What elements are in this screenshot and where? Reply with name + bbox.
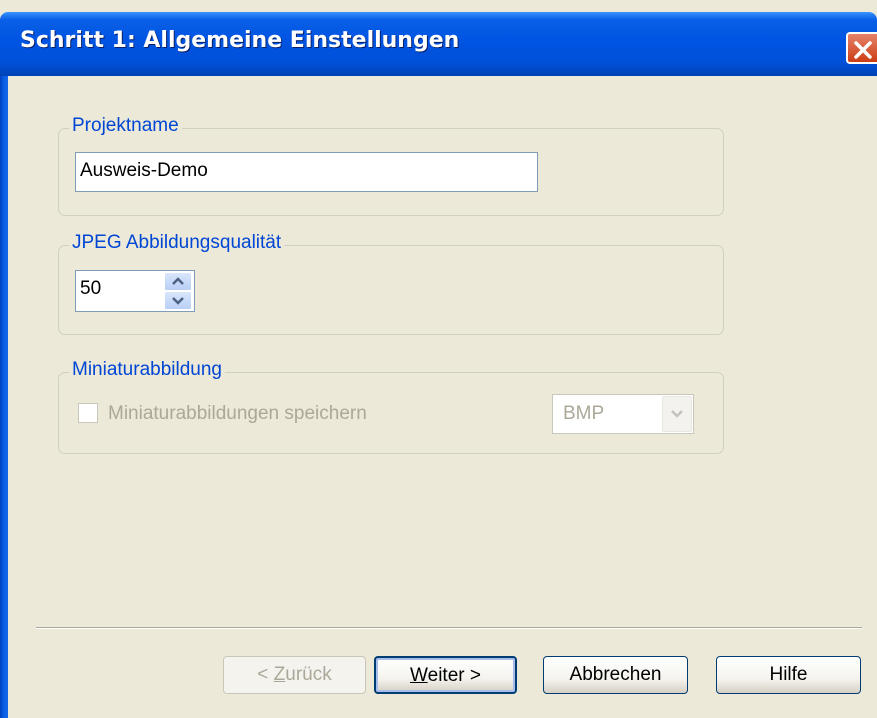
back-button[interactable]: < Zurück bbox=[223, 656, 366, 694]
close-icon bbox=[854, 41, 872, 59]
window-title: Schritt 1: Allgemeine Einstellungen bbox=[20, 28, 460, 53]
save-thumbnails-label: Miniaturabbildungen speichern bbox=[108, 403, 367, 424]
spin-down-button[interactable] bbox=[164, 291, 192, 310]
jpeg-quality-legend: JPEG Abbildungsqualität bbox=[69, 232, 285, 254]
next-rest: eiter > bbox=[427, 665, 481, 686]
arrow-down-icon bbox=[172, 297, 184, 305]
help-button[interactable]: Hilfe bbox=[716, 656, 861, 694]
thumbnail-format-select[interactable]: BMP bbox=[552, 394, 694, 434]
save-thumbnails-checkbox[interactable] bbox=[78, 403, 98, 423]
next-accelerator: W bbox=[410, 665, 428, 686]
next-button[interactable]: Weiter > bbox=[374, 656, 517, 694]
window-frame-left bbox=[0, 76, 8, 718]
back-prefix: < bbox=[257, 664, 274, 685]
chevron-down-icon bbox=[671, 410, 683, 418]
title-bar[interactable]: Schritt 1: Allgemeine Einstellungen bbox=[0, 12, 877, 76]
thumbnail-format-value: BMP bbox=[563, 403, 605, 424]
wizard-dialog: Schritt 1: Allgemeine Einstellungen Proj… bbox=[0, 0, 877, 718]
project-name-input[interactable]: Ausweis-Demo bbox=[75, 152, 538, 192]
project-name-legend: Projektname bbox=[69, 115, 182, 137]
arrow-up-icon bbox=[172, 277, 184, 285]
back-rest: urück bbox=[285, 664, 332, 685]
spin-up-button[interactable] bbox=[164, 272, 192, 291]
cancel-button[interactable]: Abbrechen bbox=[543, 656, 688, 694]
close-button[interactable] bbox=[846, 32, 877, 64]
button-separator bbox=[36, 627, 862, 629]
dropdown-button[interactable] bbox=[662, 396, 692, 432]
thumbnail-legend: Miniaturabbildung bbox=[69, 359, 225, 381]
back-accelerator: Z bbox=[273, 664, 286, 685]
